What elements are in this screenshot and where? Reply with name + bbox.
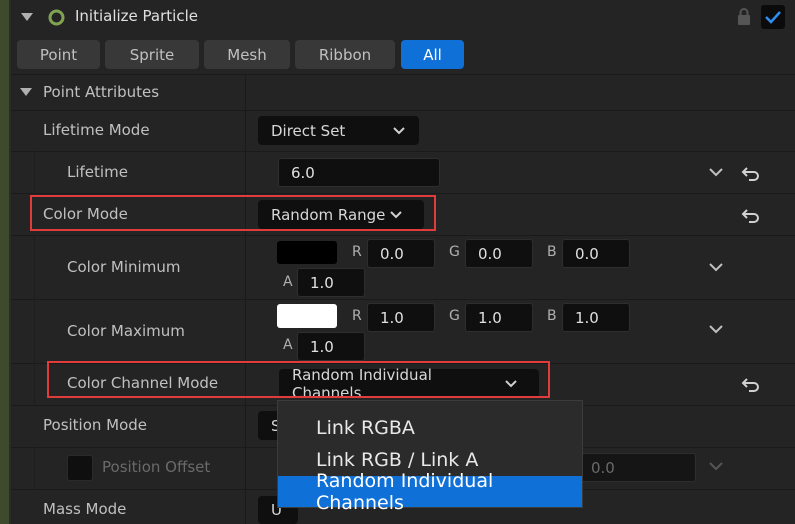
position-mode-label: Position Mode [43, 416, 148, 434]
color-max-r-input[interactable]: 1.0 [367, 303, 435, 332]
tab-sprite[interactable]: Sprite [105, 40, 199, 69]
column-splitter [245, 110, 246, 151]
position-offset-checkbox[interactable] [67, 455, 93, 481]
color-swatch[interactable] [277, 241, 337, 264]
lifetime-mode-dropdown[interactable]: Direct Set [258, 116, 419, 145]
chevron-down-icon[interactable] [709, 325, 723, 334]
chevron-down-icon [393, 126, 405, 134]
tab-mesh[interactable]: Mesh [204, 40, 290, 69]
color-swatch[interactable] [277, 304, 337, 328]
channel-a-label: A [283, 337, 293, 353]
color-max-g-input[interactable]: 1.0 [465, 303, 533, 332]
section-collapse-icon[interactable] [19, 87, 33, 98]
column-splitter [245, 235, 246, 299]
mass-mode-label: Mass Mode [43, 500, 127, 518]
color-min-g-input[interactable]: 0.0 [465, 239, 533, 268]
menu-item-link-rgba[interactable]: Link RGBA [278, 412, 582, 443]
indent-guide [34, 235, 35, 299]
menu-item-random-individual-channels[interactable]: Random Individual Channels [278, 470, 582, 514]
chevron-down-icon[interactable] [709, 462, 723, 471]
channel-g-label: G [449, 308, 460, 324]
module-title: Initialize Particle [75, 7, 198, 25]
lifetime-mode-label: Lifetime Mode [43, 121, 150, 139]
highlight-box [30, 195, 436, 231]
collapse-triangle-icon[interactable] [20, 11, 34, 23]
module-enable-checkbox[interactable] [761, 5, 785, 29]
column-splitter [245, 74, 246, 111]
tab-ribbon[interactable]: Ribbon [295, 40, 395, 69]
column-splitter [245, 447, 246, 489]
lifetime-mode-value: Direct Set [271, 121, 346, 140]
color-max-a-input[interactable]: 1.0 [297, 332, 365, 361]
channel-b-label: B [547, 244, 557, 260]
column-splitter [245, 489, 246, 524]
module-color-bar [0, 0, 9, 524]
color-minimum-label: Color Minimum [67, 258, 181, 276]
color-min-b-input[interactable]: 0.0 [562, 239, 630, 268]
position-offset-label: Position Offset [102, 458, 211, 476]
column-splitter [245, 405, 246, 447]
tab-point[interactable]: Point [17, 40, 100, 69]
channel-r-label: R [352, 244, 362, 260]
color-maximum-label: Color Maximum [67, 322, 185, 340]
indent-guide [34, 299, 35, 363]
lifetime-label: Lifetime [67, 163, 128, 181]
reset-to-default-icon[interactable] [741, 207, 761, 223]
highlight-box [47, 361, 550, 398]
checkmark-icon [765, 11, 781, 24]
channel-r-label: R [352, 308, 362, 324]
indent-guide [34, 151, 35, 193]
color-min-a-input[interactable]: 1.0 [297, 268, 365, 297]
indent-guide [34, 447, 35, 489]
color-max-b-input[interactable]: 1.0 [562, 303, 630, 332]
indent-guide [34, 363, 35, 405]
column-splitter [245, 151, 246, 193]
reset-to-default-icon[interactable] [741, 165, 761, 181]
chevron-down-icon[interactable] [709, 168, 723, 177]
channel-b-label: B [547, 308, 557, 324]
module-enabled-ring-icon [48, 9, 65, 26]
column-splitter [245, 299, 246, 363]
position-offset-input[interactable]: 0.0 [578, 453, 696, 482]
chevron-down-icon[interactable] [709, 263, 723, 272]
color-min-r-input[interactable]: 0.0 [367, 239, 435, 268]
channel-a-label: A [283, 274, 293, 290]
lock-icon[interactable] [736, 7, 752, 26]
lifetime-input[interactable]: 6.0 [278, 158, 440, 187]
channel-g-label: G [449, 244, 460, 260]
section-title: Point Attributes [43, 83, 160, 101]
tab-all[interactable]: All [401, 40, 464, 69]
reset-to-default-icon[interactable] [741, 376, 761, 392]
